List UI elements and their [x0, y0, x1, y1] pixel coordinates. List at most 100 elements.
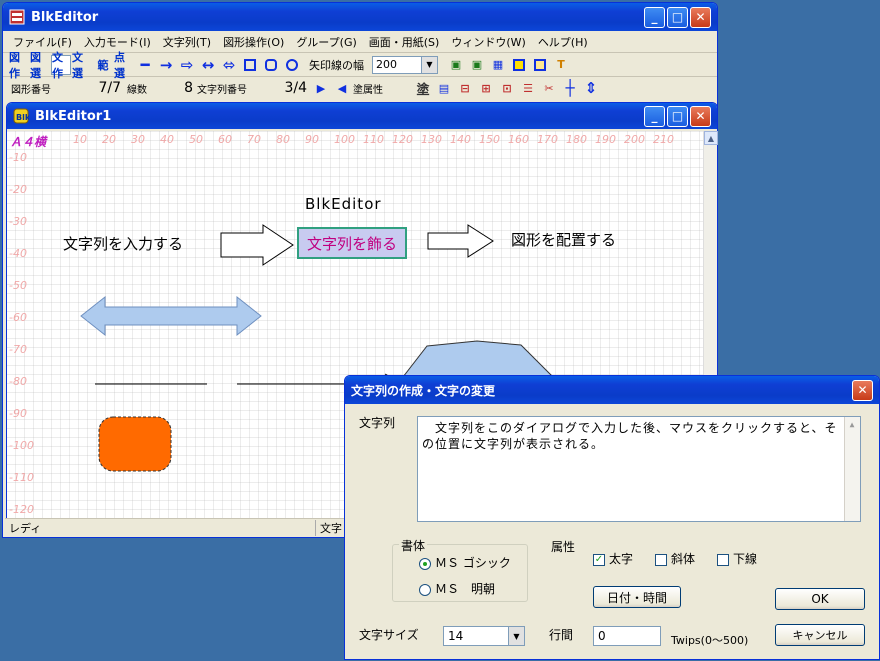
ok-button[interactable]: OK — [775, 588, 865, 610]
fill-icon[interactable]: 塗 — [413, 78, 433, 98]
chevron-down-icon[interactable]: ▼ — [508, 627, 524, 645]
split-plus-icon[interactable]: ┼ — [560, 78, 580, 98]
scroll-up-icon[interactable]: ▲ — [704, 131, 718, 145]
image-alt-icon[interactable]: ▣ — [467, 55, 487, 75]
yellow-frame-icon[interactable] — [530, 55, 550, 75]
font-group-label: 書体 — [399, 537, 428, 554]
line-count-value: 8 — [184, 80, 193, 96]
menu-group[interactable]: グループ(G) — [290, 34, 362, 50]
align-text-icon[interactable]: ⊡ — [497, 78, 517, 98]
fill-attr-label: 塗属性 — [353, 84, 383, 96]
text-dialog: 文字列の作成・文字の変更 ✕ 文字列 文字列をこのダイアログで入力した後、マウス… — [344, 375, 880, 660]
cut-icon[interactable]: ✂ — [539, 78, 559, 98]
date-time-button[interactable]: 日付・時間 — [593, 586, 681, 608]
app-icon — [9, 9, 25, 25]
scroll-up-icon[interactable]: ▲ — [845, 417, 860, 433]
canvas-heading-text[interactable]: BlkEditor — [305, 195, 382, 213]
align-icon[interactable]: ⊟ — [455, 78, 475, 98]
dialog-body: 文字列 文字列をこのダイアログで入力した後、マウスをクリックすると、その位置に文… — [345, 404, 879, 661]
arrow-right-icon[interactable]: → — [156, 55, 176, 75]
point-select-button[interactable]: 点選 — [114, 51, 134, 80]
minimize-button[interactable]: _ — [644, 6, 665, 28]
thick-double-arrow-icon[interactable]: ⬄ — [219, 55, 239, 75]
menu-help[interactable]: ヘルプ(H) — [532, 34, 594, 50]
document-icon: Blk — [13, 108, 31, 124]
rounded-rect-icon[interactable] — [261, 55, 281, 75]
doc-close-button[interactable]: ✕ — [690, 105, 711, 127]
layer-icon[interactable]: ▤ — [434, 78, 454, 98]
string-no-label: 文字列番号 — [197, 84, 247, 96]
outline-arrow-2 — [427, 224, 494, 258]
line-spacing-input[interactable]: 0 — [593, 626, 661, 646]
menu-screen-paper[interactable]: 画面・用紙(S) — [363, 34, 446, 50]
menu-file[interactable]: ファイル(F) — [7, 34, 78, 50]
line-icon[interactable]: ━ — [135, 55, 155, 75]
radio-icon[interactable] — [419, 583, 431, 596]
bold-checkbox[interactable]: ✓ 太字 — [593, 550, 633, 567]
status-ready: レディ — [9, 521, 42, 535]
string-label: 文字列 — [359, 416, 396, 430]
size-value: 14 — [448, 629, 464, 643]
main-window-title: BlkEditor — [31, 9, 99, 25]
decor-icon[interactable]: ☰ — [518, 78, 538, 98]
text-create-button[interactable]: 文作 — [51, 51, 71, 80]
string-textarea[interactable]: 文字列をこのダイアログで入力した後、マウスをクリックすると、その位置に文字列が表… — [417, 416, 861, 522]
outline-arrow-1 — [220, 224, 294, 266]
twips-label: Twips(0～500) — [671, 634, 749, 647]
image-icon[interactable]: ▣ — [446, 55, 466, 75]
doc-minimize-button[interactable]: _ — [644, 105, 665, 127]
thick-arrow-right-icon[interactable]: ⇨ — [177, 55, 197, 75]
double-arrow-shape — [80, 295, 262, 337]
menu-window[interactable]: ウィンドウ(W) — [445, 34, 531, 50]
status-mode: 文字 — [315, 519, 342, 536]
doc-maximize-button[interactable]: □ — [667, 105, 688, 127]
align-center-icon[interactable]: ⊞ — [476, 78, 496, 98]
textarea-scrollbar[interactable]: ▲ — [844, 417, 860, 521]
status-toolbar: 図形番号 7/7 線数 8 文字列番号 3/4 ▶ ◀ 塗属性 塗 ▤ ⊟ ⊞ … — [3, 77, 717, 99]
rounded-rect-shape — [98, 416, 172, 472]
chevron-down-icon[interactable]: ▼ — [421, 56, 437, 73]
double-arrow-icon[interactable]: ↔ — [198, 55, 218, 75]
font-gothic-option[interactable]: ＭＳ ゴシック — [419, 554, 511, 571]
cancel-button[interactable]: キャンセル — [775, 624, 865, 646]
vertical-split-icon[interactable]: ⇕ — [581, 78, 601, 98]
toolbar: 図作 図選 文作 文選 範 点選 ━ → ⇨ ↔ ⬄ 矢印線の幅 200 ▼ ▣… — [3, 51, 717, 80]
svg-text:Blk: Blk — [16, 113, 29, 122]
dialog-title-bar[interactable]: 文字列の作成・文字の変更 ✕ — [345, 376, 879, 404]
canvas-step1-text[interactable]: 文字列を入力する — [63, 233, 183, 254]
picture-icon[interactable]: ▦ — [488, 55, 508, 75]
shape-no-label: 図形番号 — [11, 84, 51, 96]
maximize-button[interactable]: □ — [667, 6, 688, 28]
menu-string[interactable]: 文字列(T) — [157, 34, 217, 50]
check-icon[interactable]: ✓ — [593, 553, 605, 566]
prev-triangle-icon[interactable]: ◀ — [332, 78, 352, 98]
size-label: 文字サイズ — [359, 628, 419, 642]
text-cursor-icon[interactable]: T — [551, 55, 571, 75]
circle-icon[interactable] — [282, 55, 302, 75]
dialog-close-button[interactable]: ✕ — [852, 379, 873, 401]
range-button[interactable]: 範 — [93, 55, 113, 75]
text-select-button[interactable]: 文選 — [72, 51, 92, 80]
rectangle-icon[interactable] — [240, 55, 260, 75]
canvas-step2-text[interactable]: 文字列を飾る — [297, 227, 407, 259]
main-title-bar[interactable]: BlkEditor _ □ ✕ — [3, 3, 717, 31]
underline-checkbox[interactable]: 下線 — [717, 550, 757, 567]
yellow-rect-icon[interactable] — [509, 55, 529, 75]
arrow-width-select[interactable]: 200 ▼ — [372, 55, 438, 74]
shape-select-button[interactable]: 図選 — [30, 51, 50, 80]
canvas-step3-text[interactable]: 図形を配置する — [511, 229, 616, 250]
radio-selected-icon[interactable] — [419, 557, 431, 570]
arrow-width-label: 矢印線の幅 — [309, 58, 364, 72]
menu-shape-ops[interactable]: 図形操作(O) — [217, 34, 290, 50]
italic-checkbox[interactable]: 斜体 — [655, 550, 695, 567]
document-title-bar[interactable]: Blk BlkEditor1 _ □ ✕ — [7, 103, 717, 129]
shape-create-button[interactable]: 図作 — [9, 51, 29, 80]
menu-bar: ファイル(F) 入力モード(I) 文字列(T) 図形操作(O) グループ(G) … — [3, 31, 717, 53]
arrow-width-value: 200 — [376, 58, 397, 71]
string-no-value: 3/4 — [284, 80, 307, 96]
next-triangle-icon[interactable]: ▶ — [311, 78, 331, 98]
font-mincho-option[interactable]: ＭＳ 明朝 — [419, 580, 495, 597]
close-button[interactable]: ✕ — [690, 6, 711, 28]
size-select[interactable]: 14 ▼ — [443, 626, 525, 646]
menu-input-mode[interactable]: 入力モード(I) — [78, 34, 157, 50]
